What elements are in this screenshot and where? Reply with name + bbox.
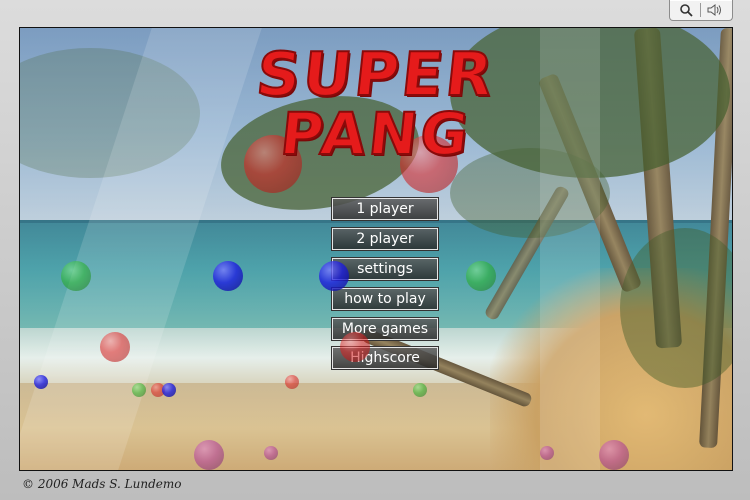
copyright-text: © 2006 Mads S. Lundemo (22, 477, 182, 491)
green-ball (132, 383, 146, 397)
two-player-button[interactable]: 2 player (331, 227, 439, 251)
blue-ball (213, 261, 243, 291)
red-ball (340, 332, 370, 362)
green-ball (61, 261, 91, 291)
green-ball (466, 261, 496, 291)
toolbox-divider (700, 3, 701, 17)
purple-ball (264, 446, 278, 460)
magnifier-icon[interactable] (673, 1, 699, 19)
green-ball (413, 383, 427, 397)
one-player-button[interactable]: 1 player (331, 197, 439, 221)
red-ball (285, 375, 299, 389)
red-ball (100, 332, 130, 362)
purple-ball (599, 440, 629, 470)
game-stage[interactable]: SUPER PANG 1 player 2 player settings ho… (19, 27, 733, 471)
purple-ball (194, 440, 224, 470)
purple-ball (540, 446, 554, 460)
blue-ball (162, 383, 176, 397)
how-to-play-button[interactable]: how to play (331, 287, 439, 311)
blue-ball (34, 375, 48, 389)
speaker-icon[interactable] (703, 1, 729, 19)
blue-ball (319, 261, 349, 291)
game-title: PANG (276, 99, 475, 169)
toolbox (669, 0, 733, 21)
